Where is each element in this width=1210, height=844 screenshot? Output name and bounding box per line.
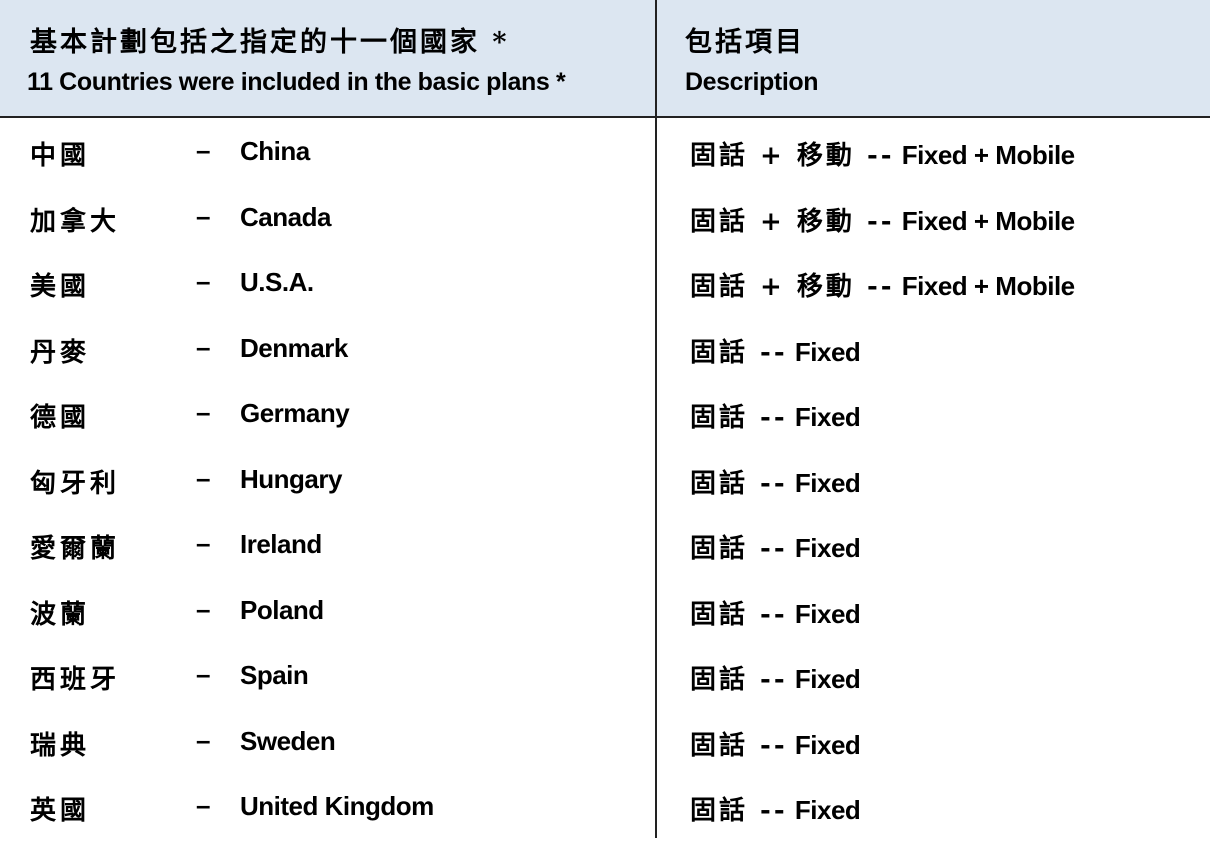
country-name-en: Sweden (240, 725, 336, 756)
table-row: 愛爾蘭 – Ireland 固話 -- Fixed (0, 516, 1210, 582)
coverage-en: Fixed (794, 467, 861, 498)
header-description-en: Description (685, 68, 819, 96)
coverage-en: Fixed (794, 729, 861, 760)
coverage-zh: 固話 + 移動 -- (690, 206, 895, 237)
country-name-en: China (240, 136, 310, 166)
separator-dash: – (196, 200, 211, 231)
table-row: 西班牙 – Spain 固話 -- Fixed (0, 647, 1210, 713)
coverage-en: Fixed + Mobile (901, 205, 1075, 236)
separator-dash: – (196, 462, 211, 493)
separator-dash: – (196, 593, 211, 624)
coverage-description: 固話 + 移動 -- Fixed + Mobile (690, 201, 1075, 238)
country-name-zh: 波蘭 (30, 599, 91, 630)
country-name-en: Germany (240, 398, 350, 428)
coverage-description: 固話 + 移動 -- Fixed + Mobile (690, 266, 1075, 303)
coverage-description: 固話 -- Fixed (690, 528, 861, 565)
coverage-zh: 固話 -- (690, 665, 788, 695)
country-name-en: United Kingdom (240, 791, 434, 821)
coverage-zh: 固話 -- (690, 403, 788, 433)
country-name-zh: 西班牙 (30, 665, 121, 695)
coverage-en: Fixed + Mobile (901, 271, 1075, 301)
country-plan-table: 基本計劃包括之指定的十一個國家 * 11 Countries were incl… (0, 0, 1210, 838)
coverage-en: Fixed (794, 795, 861, 825)
coverage-zh: 固話 -- (690, 534, 788, 564)
separator-dash: – (196, 659, 211, 689)
table-header (0, 0, 1210, 118)
coverage-description: 固話 -- Fixed (690, 594, 861, 631)
country-name-en: Ireland (240, 529, 322, 559)
country-name-en: Poland (240, 594, 324, 625)
country-name-en: Hungary (240, 463, 342, 494)
coverage-description: 固話 -- Fixed (690, 790, 861, 827)
country-name-zh: 愛爾蘭 (30, 534, 121, 564)
coverage-description: 固話 -- Fixed (690, 397, 861, 434)
coverage-en: Fixed (794, 336, 861, 367)
coverage-en: Fixed (794, 402, 861, 432)
table-row: 德國 – Germany 固話 -- Fixed (0, 385, 1210, 451)
coverage-en: Fixed (794, 533, 861, 563)
country-name-en: U.S.A. (240, 267, 314, 297)
separator-dash: – (196, 266, 211, 296)
header-countries-zh: 基本計劃包括之指定的十一個國家 * (30, 27, 510, 58)
coverage-description: 固話 + 移動 -- Fixed + Mobile (690, 135, 1075, 172)
coverage-description: 固話 -- Fixed (690, 725, 861, 762)
coverage-en: Fixed (794, 664, 861, 694)
country-name-zh: 瑞典 (30, 730, 91, 761)
country-name-zh: 德國 (30, 403, 91, 433)
coverage-zh: 固話 -- (690, 796, 788, 826)
table-row: 中國 – China 固話 + 移動 -- Fixed + Mobile (0, 123, 1210, 189)
separator-dash: – (196, 790, 211, 820)
header-description-zh: 包括項目 (685, 27, 805, 58)
coverage-description: 固話 -- Fixed (690, 463, 861, 500)
country-name-zh: 加拿大 (30, 206, 121, 237)
separator-dash: – (196, 397, 211, 427)
country-name-zh: 英國 (30, 796, 91, 826)
separator-dash: – (196, 331, 211, 362)
table-row: 波蘭 – Poland 固話 -- Fixed (0, 582, 1210, 648)
coverage-zh: 固話 -- (690, 599, 788, 630)
country-name-en: Spain (240, 660, 309, 690)
coverage-description: 固話 -- Fixed (690, 659, 861, 696)
country-name-en: Canada (240, 201, 331, 232)
table-body: 中國 – China 固話 + 移動 -- Fixed + Mobile 加拿大 – Can… (0, 123, 1210, 844)
coverage-zh: 固話 + 移動 -- (690, 272, 895, 302)
country-name-zh: 丹麥 (30, 337, 91, 368)
separator-dash: – (196, 528, 211, 558)
coverage-description: 固話 -- Fixed (690, 332, 861, 369)
separator-dash: – (196, 724, 211, 755)
coverage-zh: 固話 -- (690, 337, 788, 368)
table-row: 加拿大 – Canada 固話 + 移動 -- Fixed + Mobile (0, 189, 1210, 255)
country-name-en: Denmark (240, 332, 348, 363)
table-row: 丹麥 – Denmark 固話 -- Fixed (0, 320, 1210, 386)
table-row: 瑞典 – Sweden 固話 -- Fixed (0, 713, 1210, 779)
coverage-en: Fixed + Mobile (901, 140, 1075, 170)
table-row: 英國 – United Kingdom 固話 -- Fixed (0, 778, 1210, 844)
coverage-en: Fixed (794, 598, 861, 629)
table-row: 美國 – U.S.A. 固話 + 移動 -- Fixed + Mobile (0, 254, 1210, 320)
coverage-zh: 固話 -- (690, 468, 788, 499)
header-countries-en: 11 Countries were included in the basic … (27, 68, 566, 96)
separator-dash: – (196, 135, 211, 165)
coverage-zh: 固話 -- (690, 730, 788, 761)
coverage-zh: 固話 + 移動 -- (690, 141, 895, 171)
country-name-zh: 美國 (30, 272, 91, 302)
country-name-zh: 匈牙利 (30, 468, 121, 499)
country-name-zh: 中國 (30, 141, 91, 171)
table-row: 匈牙利 – Hungary 固話 -- Fixed (0, 451, 1210, 517)
